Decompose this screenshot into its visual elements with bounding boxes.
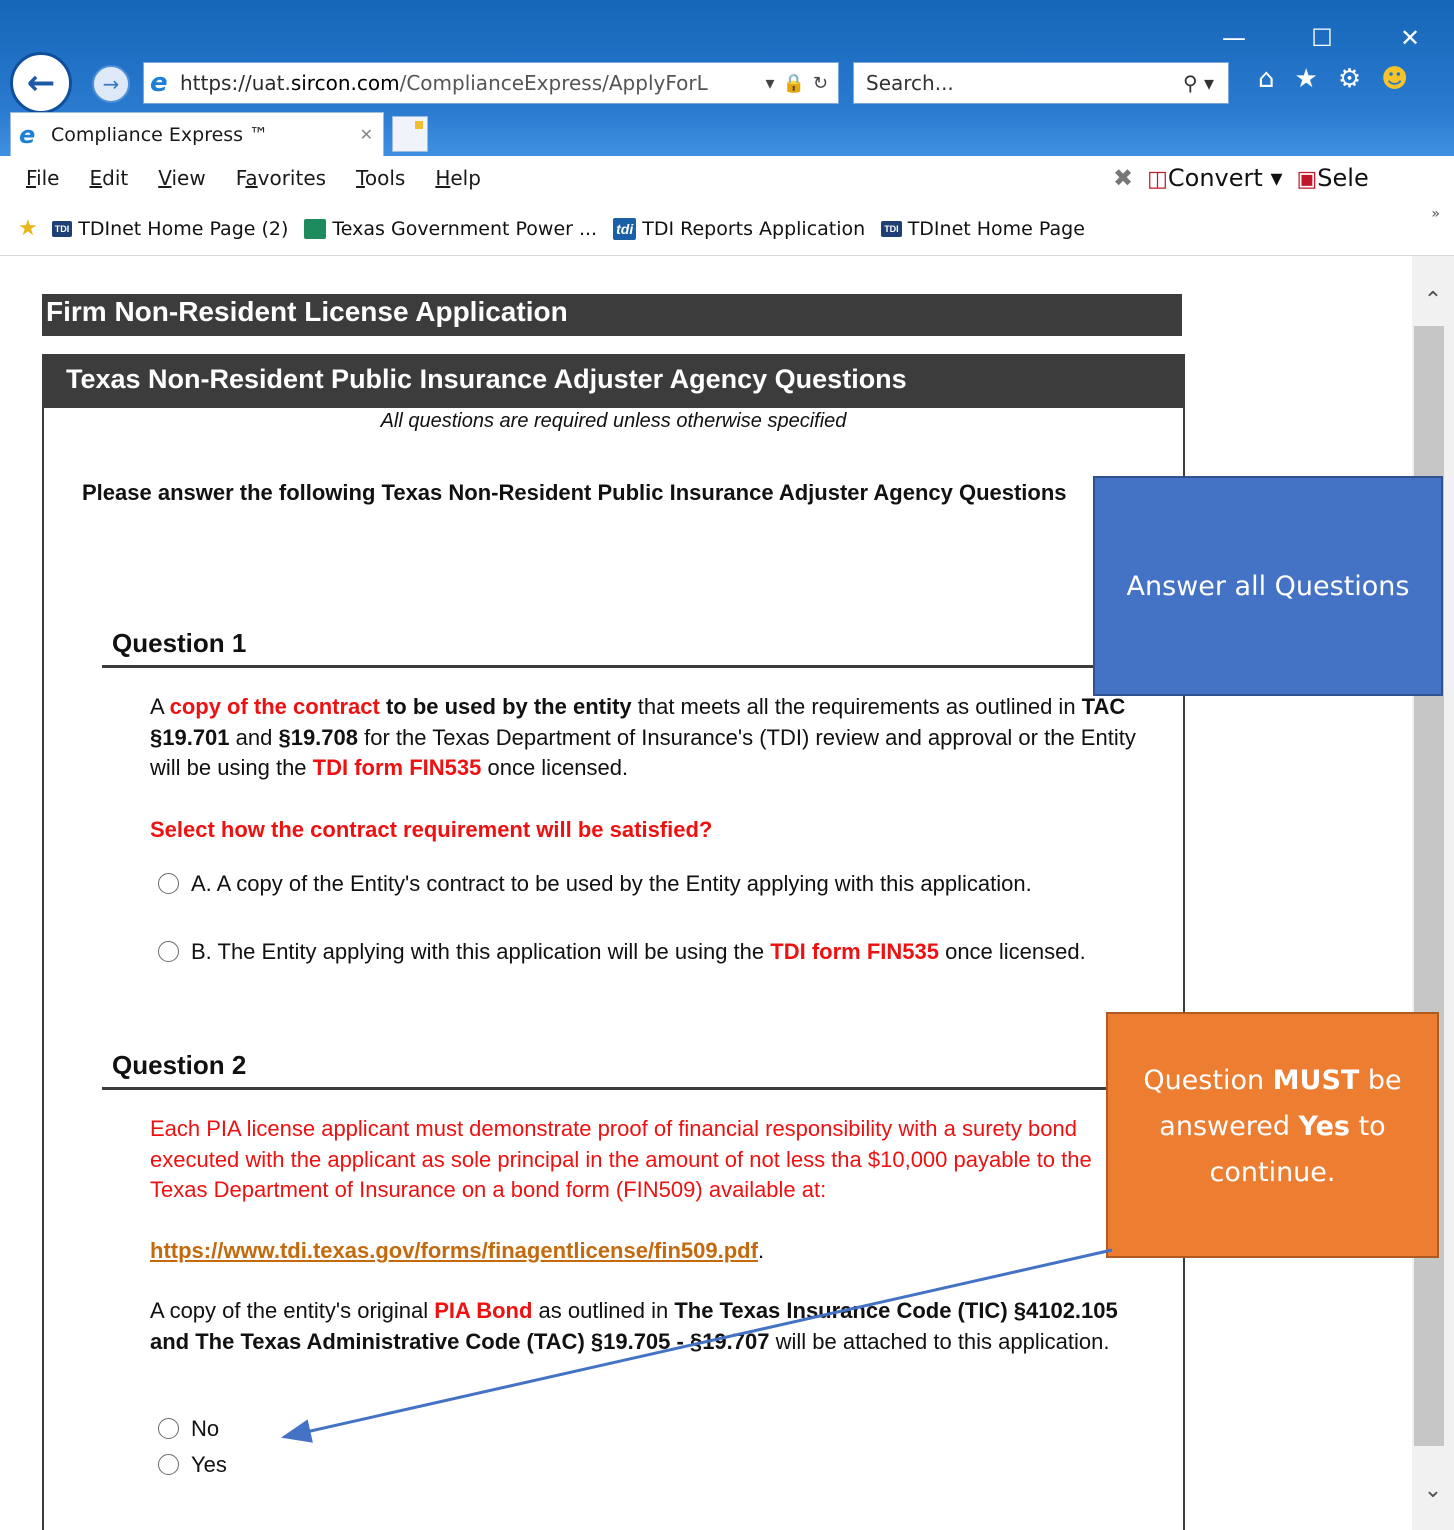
radio-option-b[interactable] — [158, 941, 179, 962]
pdf-select-icon: ▣ — [1296, 167, 1318, 192]
question-1-option-b[interactable]: B. The Entity applying with this applica… — [150, 937, 1140, 967]
home-icon[interactable]: ⌂ — [1258, 64, 1275, 94]
tdi-icon: TDI — [51, 220, 73, 237]
window-controls: — ☐ ✕ — [1190, 18, 1454, 58]
ie-logo-icon: e — [150, 68, 168, 98]
questions-panel: Texas Non-Resident Public Insurance Adju… — [42, 354, 1185, 1530]
search-icon[interactable]: ⚲ ▾ — [1183, 71, 1214, 95]
question-2-option-no[interactable]: No — [150, 1414, 1140, 1444]
intro-text: Please answer the following Texas Non-Re… — [82, 480, 1067, 505]
minimize-button[interactable]: — — [1190, 18, 1278, 58]
question-2-heading: Question 2 — [102, 1050, 1162, 1090]
scroll-down-icon[interactable]: ⌄ — [1412, 1460, 1454, 1520]
favorite-texas-power[interactable]: Texas Government Power ... — [304, 218, 597, 240]
forward-arrow-icon: → — [102, 72, 120, 96]
ie-tab-icon: e — [19, 120, 36, 149]
menu-edit[interactable]: Edit — [89, 166, 128, 190]
powerbi-icon — [304, 218, 327, 239]
search-input[interactable]: Search... — [866, 71, 954, 95]
tab-compliance-express[interactable]: e Compliance Express ™ ✕ — [10, 112, 384, 156]
panel-title: Texas Non-Resident Public Insurance Adju… — [44, 356, 1183, 408]
feedback-smiley-icon[interactable]: ☻ — [1381, 64, 1408, 94]
menu-favorites[interactable]: Favorites — [236, 166, 326, 190]
more-favorites-icon[interactable]: » — [1431, 206, 1440, 222]
page-title: Firm Non-Resident License Application — [42, 294, 1182, 336]
required-note: All questions are required unless otherw… — [380, 410, 847, 432]
convert-button[interactable]: ◫Convert ▾ — [1147, 164, 1282, 192]
tab-close-icon[interactable]: ✕ — [360, 125, 373, 144]
favorite-tdinet-2[interactable]: TDI TDInet Home Page (2) — [51, 218, 288, 240]
scroll-up-icon[interactable]: ⌃ — [1412, 270, 1454, 330]
question-2-bond-requirement: Each PIA license applicant must demonstr… — [150, 1116, 1092, 1202]
menu-bar: File Edit View Favorites Tools Help ✖ ◫C… — [0, 156, 1454, 204]
menu-view[interactable]: View — [158, 166, 205, 190]
toolbar-icons: ⌂ ★ ⚙ ☻ — [1258, 64, 1408, 94]
menu-help[interactable]: Help — [435, 166, 481, 190]
search-box[interactable]: Search... ⚲ ▾ — [853, 62, 1229, 104]
back-arrow-icon: ← — [26, 63, 56, 103]
question-2-option-yes[interactable]: Yes — [150, 1450, 1140, 1480]
tab-title: Compliance Express ™ — [51, 123, 269, 146]
question-2-link-line: https://www.tdi.texas.gov/forms/finagent… — [150, 1238, 765, 1263]
radio-no[interactable] — [158, 1418, 179, 1439]
select-button[interactable]: ▣Sele — [1297, 164, 1369, 192]
callout-answer-all: Answer all Questions — [1093, 476, 1443, 696]
question-1-option-a[interactable]: A. A copy of the Entity's contract to be… — [150, 869, 1140, 899]
tdi-reports-icon: tdi — [613, 217, 637, 240]
question-1-heading: Question 1 — [102, 628, 1162, 668]
favorites-bar: ★ TDI TDInet Home Page (2) Texas Governme… — [0, 204, 1454, 256]
address-bar[interactable]: e https://uat.sircon.com/ComplianceExpre… — [143, 62, 839, 104]
lock-icon[interactable]: 🔒 — [782, 73, 804, 94]
menu-file[interactable]: File — [26, 166, 59, 190]
tdi-icon: TDI — [881, 220, 902, 237]
menu-tools[interactable]: Tools — [356, 166, 405, 190]
back-button[interactable]: ← — [10, 52, 72, 114]
tab-bar: e Compliance Express ™ ✕ — [0, 112, 1454, 156]
favorite-tdinet[interactable]: TDI TDInet Home Page — [881, 218, 1085, 240]
forward-button[interactable]: → — [92, 65, 130, 103]
close-toolbar-icon[interactable]: ✖ — [1113, 164, 1133, 192]
question-2-text: A copy of the entity's original PIA Bond… — [150, 1298, 1118, 1354]
radio-yes[interactable] — [158, 1454, 179, 1475]
maximize-button[interactable]: ☐ — [1278, 18, 1366, 58]
pdf-convert-icon: ◫ — [1147, 167, 1168, 192]
address-url[interactable]: https://uat.sircon.com/ComplianceExpress… — [180, 71, 708, 95]
refresh-icon[interactable]: ↻ — [813, 73, 828, 94]
close-button[interactable]: ✕ — [1366, 18, 1454, 58]
new-tab-button[interactable] — [392, 116, 428, 152]
radio-option-a[interactable] — [158, 873, 179, 894]
favorites-star-icon[interactable]: ★ — [1295, 64, 1318, 94]
favorite-tdi-reports[interactable]: tdi TDI Reports Application — [613, 217, 865, 240]
dropdown-arrow-icon[interactable]: ▾ — [765, 73, 774, 94]
settings-gear-icon[interactable]: ⚙ — [1338, 64, 1361, 94]
pdf-toolbar: ✖ ◫Convert ▾ ▣Sele — [1113, 164, 1369, 192]
callout-must-answer-yes: Question MUST be answered Yes to continu… — [1106, 1012, 1439, 1258]
add-favorite-icon[interactable]: ★ — [18, 216, 38, 241]
fin509-link[interactable]: https://www.tdi.texas.gov/forms/finagent… — [150, 1238, 758, 1263]
question-1-text: A copy of the contract to be used by the… — [150, 694, 1136, 780]
question-1-prompt: Select how the contract requirement will… — [150, 817, 713, 842]
